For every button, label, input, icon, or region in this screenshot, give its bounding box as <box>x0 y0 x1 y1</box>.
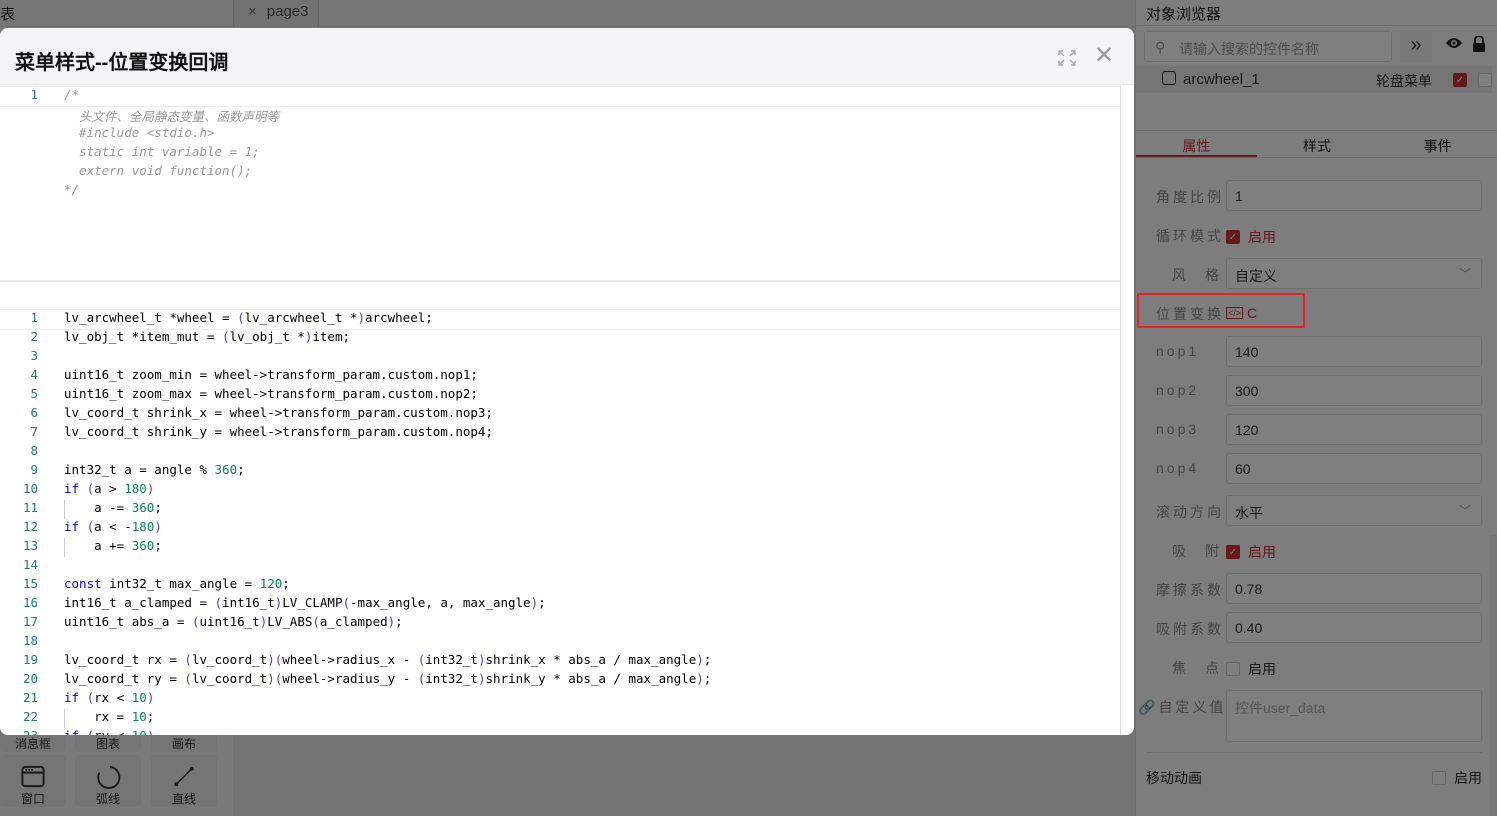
line-number: 11 <box>22 500 38 515</box>
code-line[interactable]: 10 if (a > 180) <box>0 481 1120 500</box>
indent-guide <box>64 500 65 519</box>
fullscreen-icon[interactable] <box>1058 50 1076 66</box>
code-text: #include <stdio.h> <box>64 125 215 140</box>
code-text: extern void function(); <box>64 163 253 178</box>
line-number: 21 <box>22 690 38 705</box>
code-line[interactable]: 22 rx = 10; <box>0 709 1120 728</box>
line-number: 23 <box>0 728 38 735</box>
line-number: 9 <box>30 462 38 477</box>
code-line[interactable]: 19 lv_coord_t rx = (lv_coord_t)(wheel->ra… <box>0 652 1120 671</box>
code-line[interactable]: extern void function(); <box>0 163 1120 182</box>
code-line[interactable]: 17 uint16_t abs_a = (uint16_t)LV_ABS(a_cl… <box>0 614 1120 633</box>
header-code-editor[interactable]: 1/* 头文件、全局静态变量、函数声明等 #include <stdio.h> … <box>0 85 1121 281</box>
line-number: 7 <box>30 424 38 439</box>
line-number: 10 <box>22 481 38 496</box>
code-text: uint16_t abs_a = (uint16_t)LV_ABS(a_clam… <box>64 614 403 629</box>
line-number: 19 <box>22 652 38 667</box>
code-text: lv_arcwheel_t *wheel = (lv_arcwheel_t *)… <box>64 310 433 325</box>
code-line[interactable]: 21 if (rx < 10) <box>0 690 1120 709</box>
line-number: 16 <box>22 595 38 610</box>
code-line[interactable]: 1 /* <box>0 86 1121 107</box>
code-text: lv_obj_t *item_mut = (lv_obj_t *)item; <box>64 329 351 344</box>
code-text: */ <box>64 182 80 197</box>
code-line[interactable]: static int variable = 1; <box>0 144 1120 163</box>
code-line[interactable]: 3 <box>0 348 1120 367</box>
line-number: 6 <box>30 405 38 420</box>
code-text: rx = 10; <box>64 709 155 724</box>
code-line[interactable]: #include <stdio.h> <box>0 125 1120 144</box>
code-line[interactable]: 20 lv_coord_t ry = (lv_coord_t)(wheel->ra… <box>0 671 1120 690</box>
code-line[interactable]: 8 <box>0 443 1120 462</box>
highlight-box <box>1137 293 1305 328</box>
indent-guide <box>64 538 65 557</box>
code-line[interactable]: 9 int32_t a = angle % 360; <box>0 462 1120 481</box>
code-line[interactable]: */ <box>0 182 1120 201</box>
line-number: 8 <box>30 443 38 458</box>
indent-guide <box>64 709 65 728</box>
code-text: a -= 360; <box>64 500 162 515</box>
code-line[interactable]: 13 a += 360; <box>0 538 1120 557</box>
code-text: if (rx < 10) <box>64 690 155 705</box>
code-line[interactable]: 5 uint16_t zoom_max = wheel->transform_pa… <box>0 386 1120 405</box>
code-line[interactable]: 15 const int32_t max_angle = 120; <box>0 576 1120 595</box>
line-number: 20 <box>22 671 38 686</box>
code-text: lv_coord_t shrink_x = wheel->transform_p… <box>64 405 493 420</box>
line-number: 1 <box>30 87 38 102</box>
code-line[interactable]: 18 <box>0 633 1120 652</box>
code-line[interactable]: 6 lv_coord_t shrink_x = wheel->transform_… <box>0 405 1120 424</box>
editor-scrollbar[interactable] <box>1120 85 1134 735</box>
code-text: lv_coord_t ry = (lv_coord_t)(wheel->radi… <box>64 671 712 686</box>
code-editor-dialog: 菜单样式--位置变换回调 ✕ 1 /* 头文件、全局静态变量、函数声明等 #inc… <box>0 28 1134 735</box>
code-text: 头文件、全局静态变量、函数声明等 <box>64 109 280 124</box>
code-line[interactable]: 12 if (a < -180) <box>0 519 1120 538</box>
code-line[interactable]: 23 if (ry < 10) <box>0 728 1120 735</box>
line-number: 2 <box>30 329 38 344</box>
line-number: 18 <box>22 633 38 648</box>
close-icon[interactable]: ✕ <box>1094 44 1114 68</box>
line-number: 3 <box>30 348 38 363</box>
code-text: static int variable = 1; <box>64 144 260 159</box>
code-text: if (ry < 10) <box>64 728 154 735</box>
code-text: if (a < -180) <box>64 519 162 534</box>
code-line[interactable]: 头文件、全局静态变量、函数声明等 <box>0 106 1120 125</box>
line-number: 14 <box>22 557 38 572</box>
code-text: const int32_t max_angle = 120; <box>64 576 290 591</box>
line-number: 5 <box>30 386 38 401</box>
code-line[interactable]: 16 int16_t a_clamped = (int16_t)LV_CLAMP(… <box>0 595 1120 614</box>
code-line[interactable]: 2 lv_obj_t *item_mut = (lv_obj_t *)item; <box>0 329 1120 348</box>
code-line[interactable]: 7 lv_coord_t shrink_y = wheel->transform_… <box>0 424 1120 443</box>
dialog-title: 菜单样式--位置变换回调 <box>15 52 229 74</box>
code-line[interactable]: 11 a -= 360; <box>0 500 1120 519</box>
line-number: 15 <box>22 576 38 591</box>
code-line[interactable]: 4 uint16_t zoom_min = wheel->transform_pa… <box>0 367 1120 386</box>
line-number: 22 <box>22 709 38 724</box>
code-text: uint16_t zoom_max = wheel->transform_par… <box>64 386 478 401</box>
dialog-header: 菜单样式--位置变换回调 ✕ <box>0 28 1134 85</box>
code-text: int32_t a = angle % 360; <box>64 462 245 477</box>
code-text: a += 360; <box>64 538 162 553</box>
body-code-editor[interactable]: 1 lv_arcwheel_t *wheel = (lv_arcwheel_t *… <box>0 282 1120 735</box>
code-line[interactable]: 14 <box>0 557 1120 576</box>
line-number: 13 <box>22 538 38 553</box>
line-number: 1 <box>30 310 38 325</box>
code-text: int16_t a_clamped = (int16_t)LV_CLAMP(-m… <box>64 595 546 610</box>
code-text: if (a > 180) <box>64 481 155 496</box>
line-number: 4 <box>30 367 38 382</box>
line-number: 12 <box>22 519 38 534</box>
code-line[interactable]: 1 lv_arcwheel_t *wheel = (lv_arcwheel_t *… <box>0 309 1120 330</box>
line-number: 17 <box>22 614 38 629</box>
code-text: uint16_t zoom_min = wheel->transform_par… <box>64 367 478 382</box>
code-text: lv_coord_t shrink_y = wheel->transform_p… <box>64 424 493 439</box>
code-text: /* <box>64 87 80 102</box>
code-text: lv_coord_t rx = (lv_coord_t)(wheel->radi… <box>64 652 712 667</box>
